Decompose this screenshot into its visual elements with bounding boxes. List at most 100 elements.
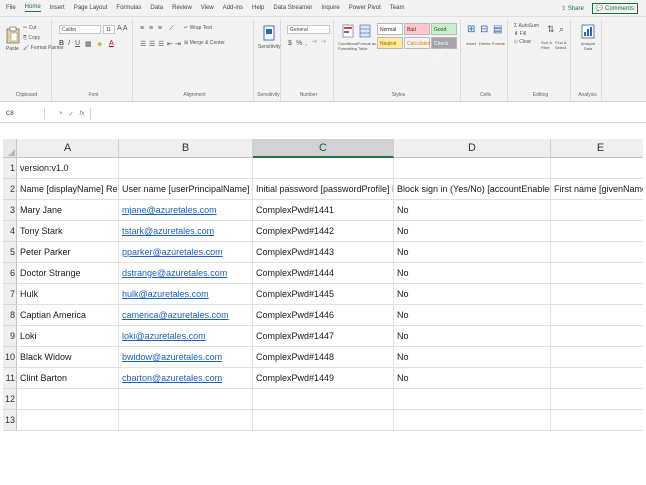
conditional-formatting-label[interactable]: Conditional Formatting [338, 41, 358, 51]
fill-color-icon[interactable]: ◈ [97, 40, 102, 48]
insert-label[interactable]: Insert [466, 41, 476, 46]
fill-button[interactable]: ⬇ Fill [514, 31, 526, 37]
cell-d1[interactable] [394, 158, 551, 179]
cell-b1[interactable] [119, 158, 253, 179]
sort-filter-label[interactable]: Sort & Filter [541, 40, 555, 50]
cell-b13[interactable] [119, 410, 253, 431]
increase-indent-icon[interactable]: ⇥ [175, 40, 181, 48]
cell-e12[interactable] [551, 389, 643, 410]
conditional-formatting-icon[interactable] [342, 24, 354, 38]
cell-a8[interactable]: Captian America [17, 305, 119, 326]
enter-icon[interactable]: ✓ [69, 111, 74, 118]
copy-button[interactable]: ⎘ Copy [23, 35, 40, 41]
cell-c1[interactable] [253, 158, 394, 179]
borders-icon[interactable]: ▦ [85, 40, 92, 48]
column-header-a[interactable]: A [17, 139, 119, 158]
font-size-select[interactable]: 11 [103, 25, 115, 34]
select-all-corner[interactable] [3, 139, 17, 158]
analyze-data-label[interactable]: Analyze Data [577, 41, 599, 51]
cell-d2[interactable]: Block sign in (Yes/No) [accountEnabled] … [394, 179, 551, 200]
name-box[interactable]: C8 [3, 108, 45, 120]
row-header-5[interactable]: 5 [3, 242, 17, 263]
cell-d3[interactable]: No [394, 200, 551, 221]
tab-add-ins[interactable]: Add-ins [223, 5, 243, 11]
cell-c10[interactable]: ComplexPwd#1448 [253, 347, 394, 368]
wrap-text-button[interactable]: ↵ Wrap Text [184, 25, 212, 31]
cell-a12[interactable] [17, 389, 119, 410]
cell-e5[interactable] [551, 242, 643, 263]
cell-a7[interactable]: Hulk [17, 284, 119, 305]
top-align-icon[interactable]: ≡ [140, 25, 144, 32]
tab-power-pivot[interactable]: Power Pivot [349, 5, 381, 11]
tab-insert[interactable]: Insert [50, 5, 65, 11]
delete-cells-icon[interactable]: ⊟ [480, 24, 488, 35]
decrease-indent-icon[interactable]: ⇤ [167, 40, 173, 48]
cell-a2[interactable]: Name [displayName] Required [17, 179, 119, 200]
cell-e3[interactable] [551, 200, 643, 221]
tab-file[interactable]: File [6, 5, 16, 11]
cell-a13[interactable] [17, 410, 119, 431]
row-header-9[interactable]: 9 [3, 326, 17, 347]
paste-icon[interactable] [6, 26, 20, 44]
cell-a4[interactable]: Tony Stark [17, 221, 119, 242]
cell-b6[interactable]: dstrange@azuretales.com [119, 263, 253, 284]
cell-e10[interactable] [551, 347, 643, 368]
format-label[interactable]: Format [492, 41, 505, 46]
cell-a1[interactable]: version:v1.0 [17, 158, 119, 179]
cell-a10[interactable]: Black Widow [17, 347, 119, 368]
tab-team[interactable]: Team [390, 5, 405, 11]
cell-c8[interactable]: ComplexPwd#1446 [253, 305, 394, 326]
cell-c2[interactable]: Initial password [passwordProfile] Requi… [253, 179, 394, 200]
align-left-icon[interactable]: ☰ [140, 40, 146, 48]
orientation-icon[interactable]: ⟋ [169, 25, 174, 33]
format-as-table-label[interactable]: Format as Table [358, 41, 376, 51]
tab-data[interactable]: Data [150, 5, 163, 11]
sort-filter-icon[interactable]: ⇅ [547, 24, 555, 35]
cell-b12[interactable] [119, 389, 253, 410]
font-name-select[interactable]: Calibri [59, 25, 101, 34]
cell-c12[interactable] [253, 389, 394, 410]
row-header-10[interactable]: 10 [3, 347, 17, 368]
row-header-11[interactable]: 11 [3, 368, 17, 389]
cell-d11[interactable]: No [394, 368, 551, 389]
merge-center-button[interactable]: ⊞ Merge & Center [184, 40, 225, 46]
cell-a6[interactable]: Doctor Strange [17, 263, 119, 284]
tab-review[interactable]: Review [172, 5, 192, 11]
clear-button[interactable]: ◇ Clear [514, 39, 531, 45]
cell-a9[interactable]: Loki [17, 326, 119, 347]
tab-page-layout[interactable]: Page Layout [74, 5, 108, 11]
cell-b8[interactable]: camerica@azuretales.com [119, 305, 253, 326]
row-header-7[interactable]: 7 [3, 284, 17, 305]
insert-cells-icon[interactable]: ⊞ [467, 24, 475, 35]
style-normal[interactable]: Normal [377, 23, 403, 35]
bottom-align-icon[interactable]: ≡ [158, 25, 162, 32]
cell-b3[interactable]: mjane@azuretales.com [119, 200, 253, 221]
cell-d6[interactable]: No [394, 263, 551, 284]
cell-e4[interactable] [551, 221, 643, 242]
font-color-icon[interactable]: A [109, 40, 114, 47]
increase-decimal-icon[interactable]: ⁺⁰ [312, 40, 317, 46]
column-header-e[interactable]: E [551, 139, 643, 158]
cell-c3[interactable]: ComplexPwd#1441 [253, 200, 394, 221]
cell-c13[interactable] [253, 410, 394, 431]
delete-label[interactable]: Delete [479, 41, 491, 46]
row-header-3[interactable]: 3 [3, 200, 17, 221]
cell-d8[interactable]: No [394, 305, 551, 326]
cell-b7[interactable]: hulk@azuretales.com [119, 284, 253, 305]
row-header-1[interactable]: 1 [3, 158, 17, 179]
column-header-d[interactable]: D [394, 139, 551, 158]
cell-c9[interactable]: ComplexPwd#1447 [253, 326, 394, 347]
tab-formulas[interactable]: Formulas [116, 5, 141, 11]
font-grow-shrink-icon[interactable]: A A [117, 25, 128, 32]
tab-data-streamer[interactable]: Data Streamer [273, 5, 312, 11]
tab-inquire[interactable]: Inquire [321, 5, 339, 11]
row-header-4[interactable]: 4 [3, 221, 17, 242]
format-cells-icon[interactable]: ▤ [493, 24, 502, 35]
autosum-button[interactable]: Σ AutoSum [514, 23, 539, 29]
cell-a3[interactable]: Mary Jane [17, 200, 119, 221]
comments-button[interactable]: 💬 Comments [591, 3, 638, 14]
percent-icon[interactable]: % [296, 40, 302, 47]
format-as-table-icon[interactable] [359, 24, 371, 38]
cell-d5[interactable]: No [394, 242, 551, 263]
decrease-decimal-icon[interactable]: ⁻⁰ [321, 40, 326, 46]
